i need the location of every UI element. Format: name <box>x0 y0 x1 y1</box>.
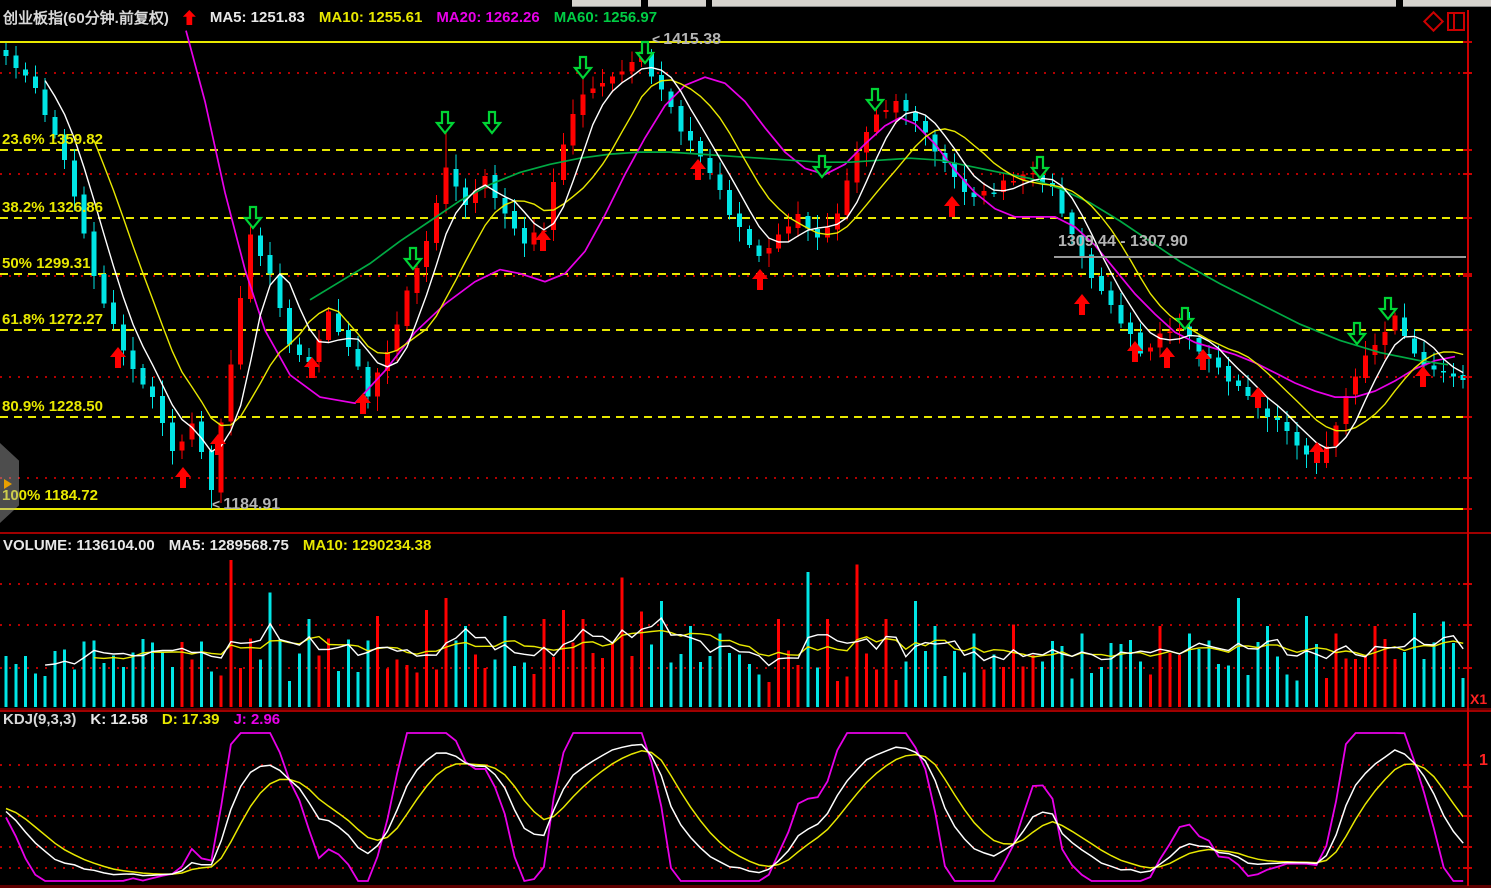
toolbar-edge-segment <box>648 0 706 7</box>
volume-value: VOLUME: 1136104.00 <box>3 537 155 554</box>
pointer-left-icon: < <box>652 31 660 47</box>
fib-label: 38.2% 1326.86 <box>2 199 103 216</box>
ma-value: MA60: 1256.97 <box>554 9 657 26</box>
window-controls <box>1421 10 1469 34</box>
expand-right-icon <box>4 479 12 489</box>
volume-multiplier-label: X1 <box>1470 691 1487 707</box>
fib-label: 23.6% 1359.82 <box>2 131 103 148</box>
volume-value: MA5: 1289568.75 <box>169 537 289 554</box>
toolbar-edge-segment <box>712 0 1396 7</box>
volume-value: MA10: 1290234.38 <box>303 537 431 554</box>
up-arrow-icon <box>183 10 196 25</box>
fib-label: 80.9% 1228.50 <box>2 398 103 415</box>
trading-app-window: 创业板指(60分钟.前复权) MA5: 1251.83 MA10: 1255.61… <box>0 0 1491 888</box>
low-price-annotation: <1184.91 <box>212 496 280 514</box>
toolbar-edge-segment <box>1403 0 1491 7</box>
ma-value: MA10: 1255.61 <box>319 9 422 26</box>
kdj-value: K: 12.58 <box>90 711 148 728</box>
toolbar-edge-segment <box>572 0 641 7</box>
main-chart-header: 创业板指(60分钟.前复权) MA5: 1251.83 MA10: 1255.61… <box>3 7 657 28</box>
kdj-value: KDJ(9,3,3) <box>3 711 76 728</box>
ma-value: MA5: 1251.83 <box>210 9 305 26</box>
kdj-value: D: 17.39 <box>162 711 220 728</box>
price-range-annotation: 1309.44 - 1307.90 <box>1058 233 1188 251</box>
split-window-icon[interactable] <box>1448 13 1464 30</box>
peak-price-annotation: <1415.38 <box>652 31 721 49</box>
kdj-scale-label-clipped: 1 <box>1479 752 1488 770</box>
instrument-title: 创业板指(60分钟.前复权) <box>3 7 169 28</box>
chart-canvas[interactable] <box>0 0 1491 888</box>
pointer-left-icon: < <box>212 496 220 512</box>
fib-label: 50% 1299.31 <box>2 255 90 272</box>
kdj-header: KDJ(9,3,3) K: 12.58 D: 17.39 J: 2.96 <box>3 711 280 728</box>
fib-label: 61.8% 1272.27 <box>2 311 103 328</box>
diamond-icon[interactable] <box>1424 12 1442 30</box>
kdj-value: J: 2.96 <box>233 711 280 728</box>
ma-value: MA20: 1262.26 <box>436 9 539 26</box>
volume-header: VOLUME: 1136104.00 MA5: 1289568.75 MA10: 1… <box>3 537 431 554</box>
ma-values: MA5: 1251.83 MA10: 1255.61 MA20: 1262.26 MA… <box>210 9 657 26</box>
